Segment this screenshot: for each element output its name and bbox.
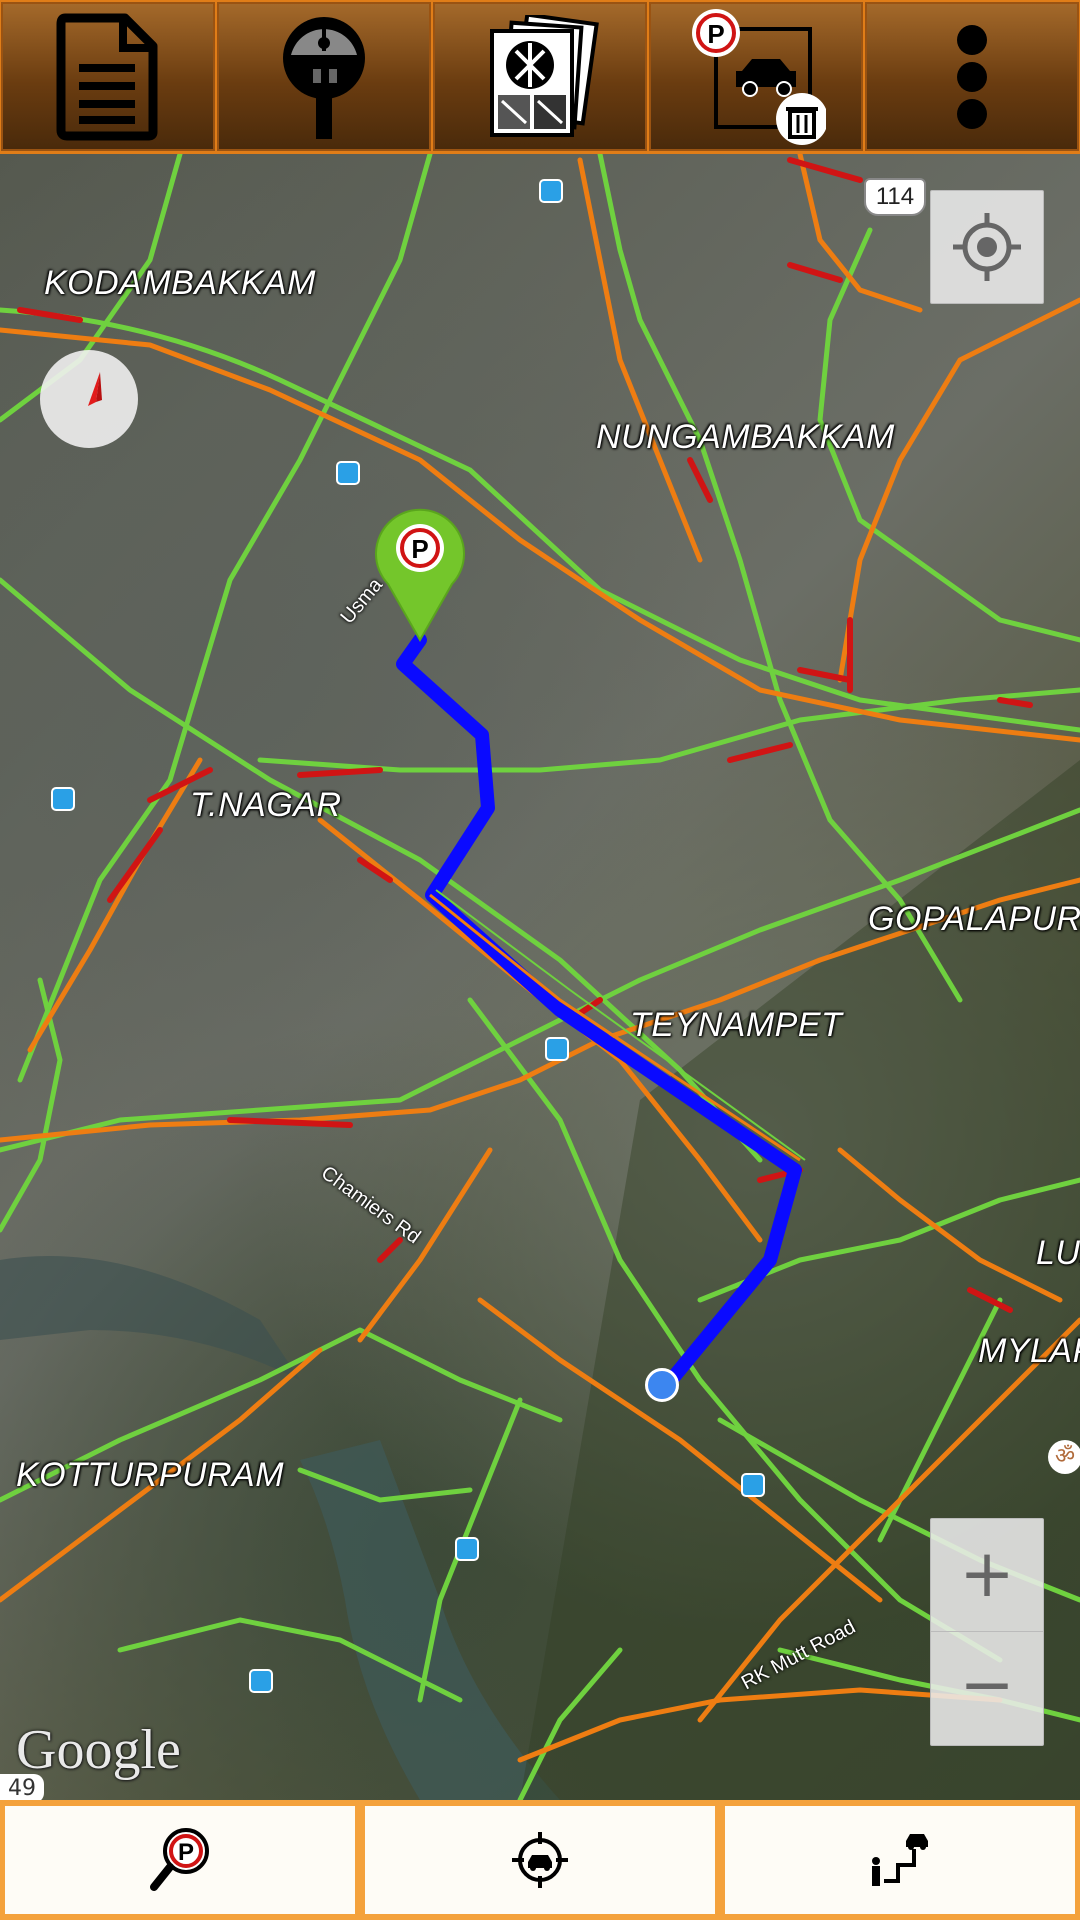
walk-to-car-button[interactable] [725,1806,1075,1914]
highway-49-label: 49 [0,1774,44,1800]
crosshair-icon [953,213,1021,281]
svg-text:P: P [707,19,724,49]
parked-car-delete-icon: P [692,8,826,145]
highway-114-shield: 114 [864,178,926,216]
compass-button[interactable] [40,350,138,448]
notes-button[interactable] [1,2,215,151]
parking-meter-button[interactable] [217,2,431,151]
locate-car-button[interactable] [365,1806,715,1914]
place-mylapore: MYLAPO [978,1332,1080,1370]
zoom-out-label: − [959,1646,1015,1723]
car-target-icon [512,1832,568,1888]
zoom-in-button[interactable]: + [931,1519,1043,1632]
place-teynampet: TEYNAMPET [630,1006,843,1044]
clear-parked-car-button[interactable]: P [649,2,863,151]
bottom-toolbar: P [0,1800,1080,1920]
top-toolbar: P [0,0,1080,154]
more-vert-icon [957,24,987,129]
parking-destination-marker[interactable]: P [372,504,468,644]
current-location-dot [645,1368,679,1402]
temple-icon: ॐ [1048,1440,1080,1474]
map-layers-button[interactable] [433,2,647,151]
svg-text:P: P [178,1839,194,1866]
map-view[interactable]: KODAMBAKKAM NUNGAMBAKKAM T.NAGAR GOPALAP… [0,154,1080,1800]
parking-search-icon: P [150,1828,209,1891]
document-icon [56,13,158,140]
zoom-out-button[interactable]: − [931,1632,1043,1744]
compass-icon [88,372,102,406]
svg-text:P: P [411,534,428,564]
place-t-nagar: T.NAGAR [190,786,342,824]
my-location-button[interactable] [930,190,1044,304]
zoom-controls: + − [930,1518,1044,1746]
walking-route-icon [872,1834,928,1886]
place-kotturpuram: KOTTURPURAM [16,1456,285,1494]
google-attribution: Google [16,1719,181,1781]
parking-meter-icon [283,16,365,139]
highway-114-label: 114 [875,183,915,210]
map-stack-icon [490,14,599,137]
find-parking-button[interactable]: P [5,1806,355,1914]
map-roads-layer [0,154,1080,1800]
place-nungambakkam: NUNGAMBAKKAM [596,418,895,456]
zoom-in-label: + [959,1535,1015,1612]
place-gopalapuram: GOPALAPURA [868,900,1080,938]
place-luz: LUZ [1036,1234,1080,1272]
overflow-menu-button[interactable] [865,2,1079,151]
place-kodambakkam: KODAMBAKKAM [44,264,316,302]
